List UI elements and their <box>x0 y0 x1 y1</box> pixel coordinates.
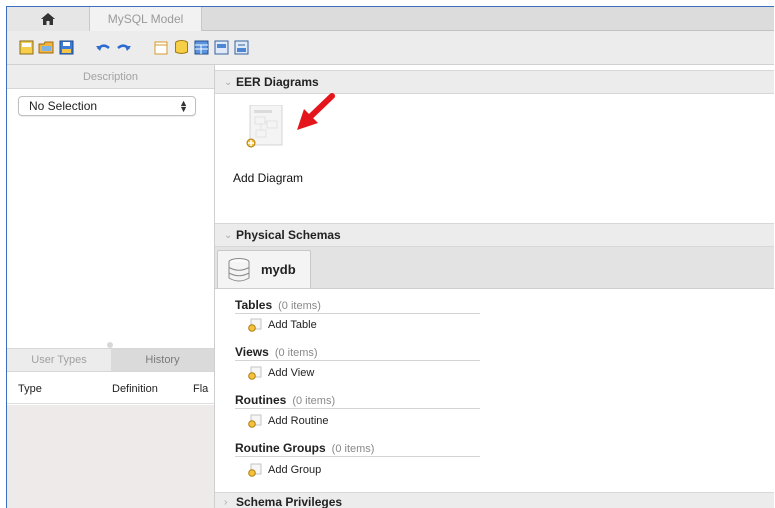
schema-tab-mydb[interactable]: mydb <box>217 250 311 288</box>
chevron-down-icon: ⌄ <box>224 229 233 241</box>
add-routine-icon[interactable] <box>233 39 250 56</box>
toolbar <box>7 31 774 65</box>
new-model-icon[interactable] <box>18 39 35 56</box>
add-routine-item[interactable]: Add Routine <box>248 414 329 428</box>
category-count: (0 items) <box>274 347 318 359</box>
add-view-label: Add View <box>268 367 315 379</box>
history-columns-header: Type Definition Fla <box>7 374 214 404</box>
add-view-item[interactable]: Add View <box>248 366 314 380</box>
tab-history[interactable]: History <box>111 349 214 371</box>
home-icon <box>41 13 55 25</box>
category-count: (0 items) <box>278 300 321 312</box>
red-arrow-annotation <box>297 93 335 130</box>
workbench-window: MySQL Model Description No Selection ▲ ▼… <box>6 6 774 508</box>
physical-schemas-header[interactable]: ⌄ Physical Schemas <box>215 223 774 247</box>
category-name: Routines <box>235 393 287 407</box>
add-group-item[interactable]: Add Group <box>248 463 321 477</box>
category-name: Routine Groups <box>235 441 326 455</box>
eer-diagrams-title: EER Diagrams <box>236 75 319 89</box>
model-overview: ⌄ EER Diagrams Add Diagram ⌄ Physical Sc… <box>215 65 774 508</box>
routines-category: Routines (0 items) <box>235 393 480 409</box>
home-tab[interactable] <box>7 7 90 31</box>
add-schema-icon[interactable] <box>173 39 190 56</box>
column-type[interactable]: Type <box>18 383 42 395</box>
schema-tab-bar: mydb <box>215 247 774 289</box>
add-routine-icon <box>248 414 262 428</box>
physical-schemas-title: Physical Schemas <box>236 228 341 242</box>
category-name: Views <box>235 345 269 359</box>
undo-icon[interactable] <box>95 39 112 56</box>
schema-privileges-title: Schema Privileges <box>236 495 343 508</box>
dropdown-arrows-icon: ▲ ▼ <box>179 98 188 114</box>
chevron-right-icon: › <box>224 496 228 508</box>
views-category: Views (0 items) <box>235 345 480 361</box>
open-model-icon[interactable] <box>38 39 55 56</box>
column-flags[interactable]: Fla <box>193 383 208 395</box>
add-table-label: Add Table <box>268 319 317 331</box>
selection-dropdown-value: No Selection <box>29 99 98 113</box>
add-group-icon <box>248 463 262 477</box>
add-table-item[interactable]: Add Table <box>248 318 317 332</box>
add-diagram-icon[interactable] <box>246 104 284 151</box>
tab-user-types[interactable]: User Types <box>7 349 111 371</box>
tab-bar: MySQL Model <box>7 7 774 31</box>
redo-icon[interactable] <box>115 39 132 56</box>
schema-privileges-header[interactable]: › Schema Privileges <box>215 492 774 508</box>
routine-groups-category: Routine Groups (0 items) <box>235 441 480 457</box>
add-view-icon <box>248 366 262 380</box>
add-view-icon[interactable] <box>213 39 230 56</box>
eer-diagrams-header[interactable]: ⌄ EER Diagrams <box>215 70 774 94</box>
left-sidebar: Description No Selection ▲ ▼ User Types H… <box>7 65 215 508</box>
toggle-grid-icon[interactable] <box>153 39 170 56</box>
add-table-icon <box>248 318 262 332</box>
tab-mysql-model[interactable]: MySQL Model <box>90 7 202 31</box>
left-subtabs: User Types History <box>7 348 214 372</box>
chevron-down-icon: ⌄ <box>224 76 233 88</box>
save-model-icon[interactable] <box>58 39 75 56</box>
add-routine-label: Add Routine <box>268 415 329 427</box>
history-list <box>7 405 214 508</box>
selection-dropdown[interactable]: No Selection ▲ ▼ <box>18 96 196 116</box>
category-count: (0 items) <box>292 395 336 407</box>
add-group-label: Add Group <box>268 464 322 476</box>
add-table-icon[interactable] <box>193 39 210 56</box>
tables-category: Tables (0 items) <box>235 298 480 314</box>
column-definition[interactable]: Definition <box>112 383 158 395</box>
schema-name: mydb <box>261 262 296 277</box>
add-diagram-label[interactable]: Add Diagram <box>233 171 303 185</box>
description-header: Description <box>7 65 214 89</box>
category-name: Tables <box>235 298 273 312</box>
database-icon <box>228 257 250 281</box>
category-count: (0 items) <box>331 443 375 455</box>
